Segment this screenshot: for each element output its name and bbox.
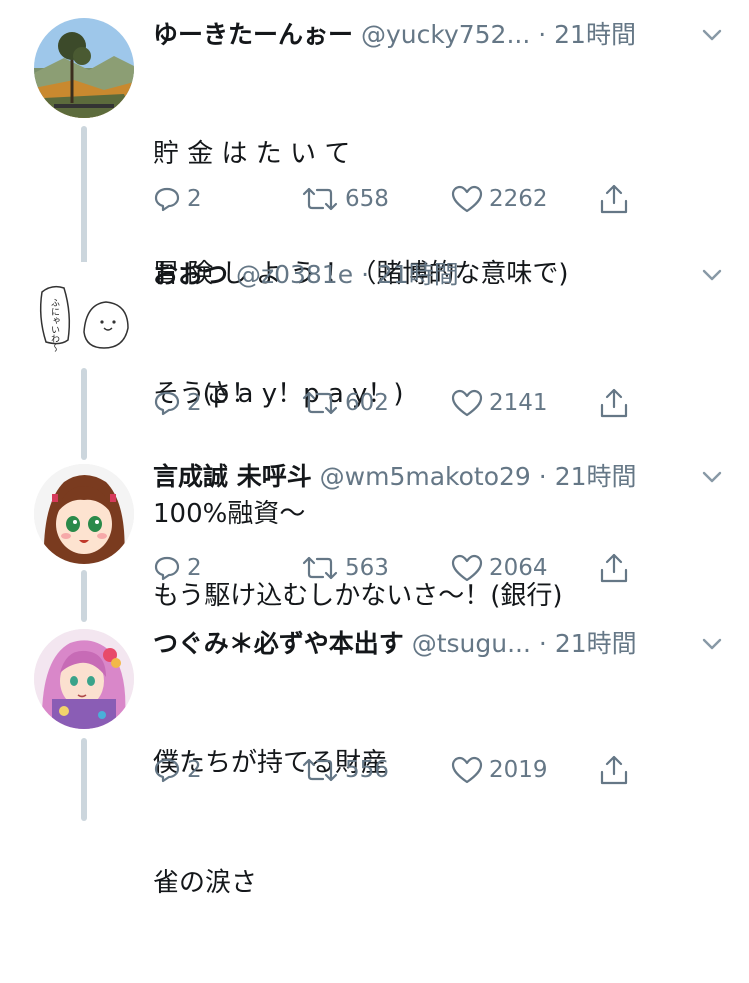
anime-girl-avatar[interactable] (34, 464, 134, 564)
display-name[interactable]: つぐみ＊必ずや本出す (153, 629, 404, 658)
chevron-down-icon[interactable] (699, 464, 725, 490)
user-handle[interactable]: @wm5makoto29 (320, 462, 531, 491)
avatar-handwriting: ふにゃいわ〜 (49, 298, 60, 352)
like-count: 2064 (489, 555, 548, 581)
retweet-count: 563 (345, 555, 389, 581)
chevron-down-icon[interactable] (699, 22, 725, 48)
tweet-header: おおつ @z0381e · 21時間 (153, 256, 709, 294)
reply-count: 2 (187, 757, 202, 783)
reply-icon (154, 556, 180, 581)
tweet-header: 言成誠 未呼斗 @wm5makoto29 · 21時間 (153, 458, 709, 496)
tweet-text-line: 雀の涙さ (153, 868, 258, 898)
user-handle[interactable]: @z0381e (236, 260, 353, 289)
like-count: 2019 (489, 757, 548, 783)
reply-icon (154, 187, 180, 212)
share-icon (600, 388, 628, 418)
heart-icon (451, 185, 483, 213)
retweet-icon (302, 391, 338, 415)
reply-icon (154, 758, 180, 783)
reply-button[interactable]: 2 (153, 383, 202, 423)
share-button[interactable] (599, 383, 629, 423)
heart-icon (451, 554, 483, 582)
timestamp[interactable]: 21時間 (377, 260, 459, 289)
display-name[interactable]: ゆーきたーんぉー (153, 20, 353, 49)
like-count: 2141 (489, 390, 548, 416)
separator-dot: · (361, 260, 370, 289)
tweet-actions: 2 556 2019 (153, 750, 653, 790)
reply-count: 2 (187, 186, 202, 212)
reply-count: 2 (187, 555, 202, 581)
share-icon (600, 553, 628, 583)
tweet[interactable]: つぐみ＊必ずや本出す @tsugu... · 21時間 僕たちが持てる財産 雀の… (0, 625, 749, 898)
retweet-button[interactable]: 556 (301, 750, 389, 790)
like-button[interactable]: 2262 (451, 179, 548, 219)
illustrated-girl-avatar[interactable] (34, 629, 134, 729)
tweet[interactable]: 言成誠 未呼斗 @wm5makoto29 · 21時間 もう駆け込むしかないさ〜… (0, 458, 749, 611)
retweet-button[interactable]: 602 (301, 383, 389, 423)
user-handle[interactable]: @tsugu... (412, 629, 531, 658)
retweet-button[interactable]: 563 (301, 548, 389, 588)
retweet-icon (302, 556, 338, 580)
tweet[interactable]: ふにゃいわ〜 おおつ @z0381e · 21時間 そうさ！ 100%融資〜 2… (0, 256, 749, 529)
timestamp[interactable]: 21時間 (555, 629, 637, 658)
tweet[interactable]: ゆーきたーんぉー @yucky752... · 21時間 貯 金 は た い て… (0, 16, 749, 409)
like-button[interactable]: 2064 (451, 548, 548, 588)
retweet-count: 556 (345, 757, 389, 783)
display-name[interactable]: おおつ (153, 260, 228, 289)
tweet-header: つぐみ＊必ずや本出す @tsugu... · 21時間 (153, 625, 709, 663)
like-button[interactable]: 2019 (451, 750, 548, 790)
reply-button[interactable]: 2 (153, 750, 202, 790)
user-handle[interactable]: @yucky752... (361, 20, 530, 49)
retweet-icon (302, 187, 338, 211)
heart-icon (451, 389, 483, 417)
tweet-actions: 2 563 2064 (153, 548, 653, 588)
display-name[interactable]: 言成誠 未呼斗 (153, 462, 312, 491)
share-button[interactable] (599, 750, 629, 790)
chevron-down-icon[interactable] (699, 262, 725, 288)
timestamp[interactable]: 21時間 (555, 462, 637, 491)
share-button[interactable] (599, 548, 629, 588)
like-button[interactable]: 2141 (451, 383, 548, 423)
retweet-count: 602 (345, 390, 389, 416)
tweet-header: ゆーきたーんぉー @yucky752... · 21時間 (153, 16, 709, 54)
timestamp[interactable]: 21時間 (554, 20, 636, 49)
tweet-actions: 2 658 2262 (153, 179, 653, 219)
reply-button[interactable]: 2 (153, 548, 202, 588)
tweet-actions: 2 602 2141 (153, 383, 653, 423)
chevron-down-icon[interactable] (699, 631, 725, 657)
share-button[interactable] (599, 179, 629, 219)
share-icon (600, 755, 628, 785)
retweet-icon (302, 758, 338, 782)
reply-icon (154, 391, 180, 416)
tweet-text-line: 貯 金 は た い て (153, 139, 351, 169)
sketch-avatar[interactable]: ふにゃいわ〜 (34, 262, 134, 362)
like-count: 2262 (489, 186, 548, 212)
separator-dot: · (538, 20, 547, 49)
separator-dot: · (538, 629, 547, 658)
share-icon (600, 184, 628, 214)
retweet-button[interactable]: 658 (301, 179, 389, 219)
separator-dot: · (538, 462, 547, 491)
reply-button[interactable]: 2 (153, 179, 202, 219)
reply-count: 2 (187, 390, 202, 416)
landscape-avatar[interactable] (34, 18, 134, 118)
heart-icon (451, 756, 483, 784)
retweet-count: 658 (345, 186, 389, 212)
tweet-text: 僕たちが持てる財産 雀の涙さ (153, 663, 729, 983)
